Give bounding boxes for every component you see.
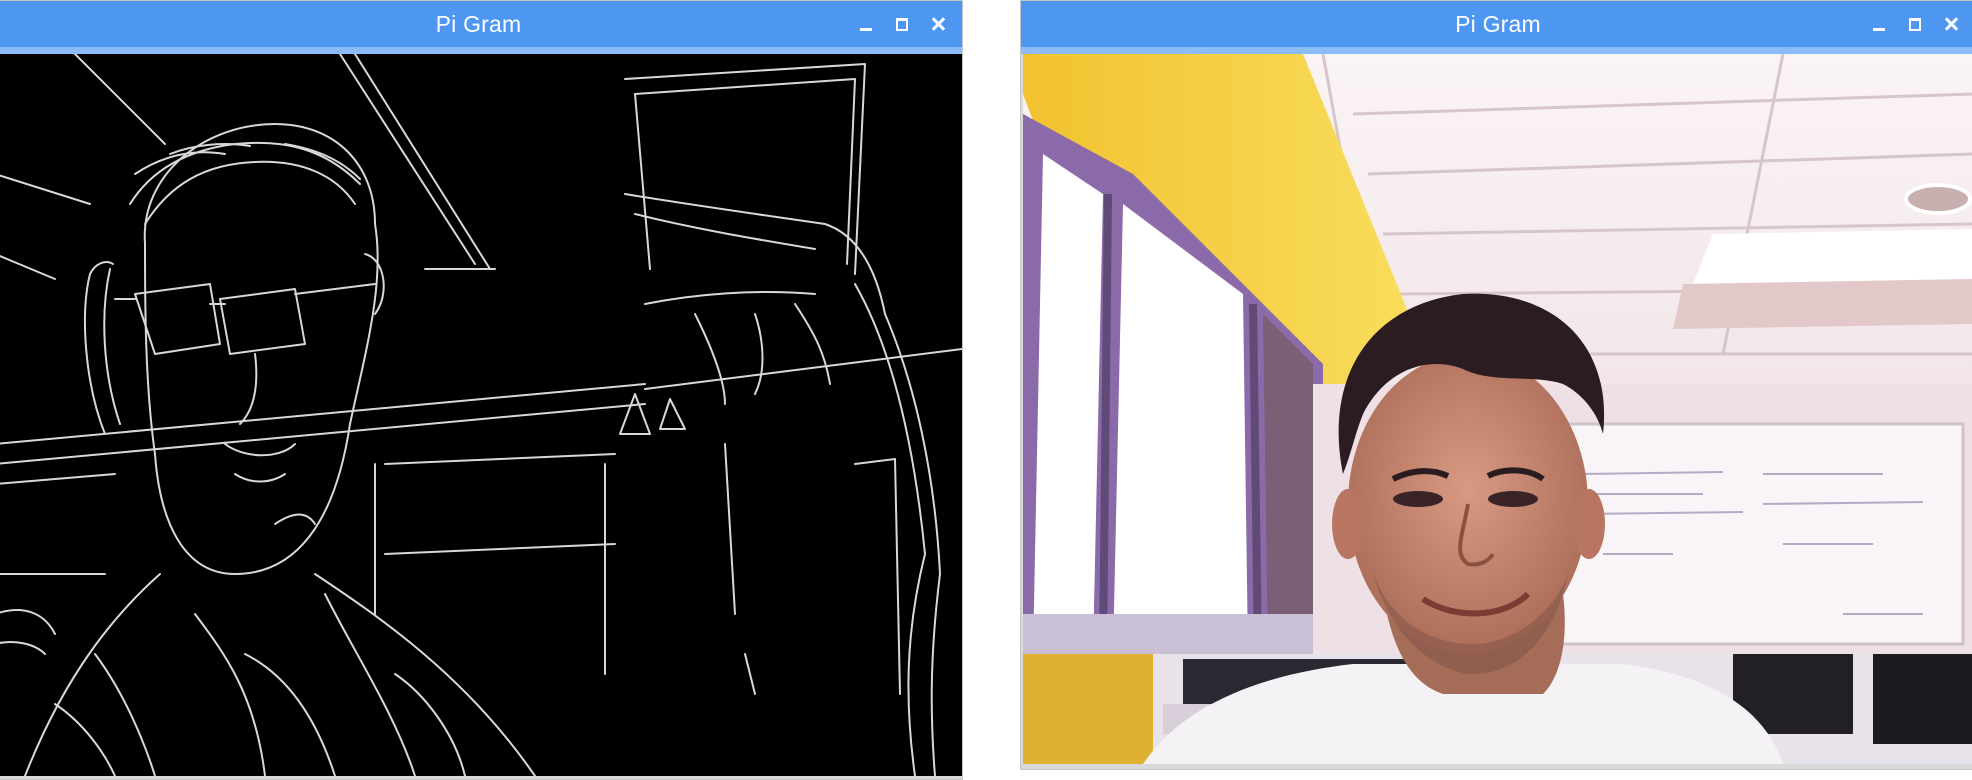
color-camera-feed [1023, 54, 1972, 764]
minimize-icon[interactable] [858, 16, 874, 32]
camera-image [1023, 54, 1972, 764]
maximize-icon[interactable] [894, 16, 910, 32]
edge-camera-feed [0, 54, 962, 776]
titlebar[interactable]: Pi Gram [0, 1, 962, 54]
close-icon[interactable] [1943, 16, 1959, 32]
maximize-icon[interactable] [1907, 16, 1923, 32]
minimize-icon[interactable] [1871, 16, 1887, 32]
window-controls [858, 1, 946, 47]
titlebar[interactable]: Pi Gram [1021, 1, 1972, 54]
window-title: Pi Gram [435, 11, 522, 37]
close-icon[interactable] [930, 16, 946, 32]
window-edge-view[interactable]: Pi Gram [0, 0, 963, 780]
desktop: Pi Gram Pi Gram [0, 0, 1972, 780]
window-controls [1871, 1, 1959, 47]
window-title: Pi Gram [1455, 11, 1541, 37]
edge-image [0, 54, 962, 776]
window-color-view[interactable]: Pi Gram [1020, 0, 1972, 770]
